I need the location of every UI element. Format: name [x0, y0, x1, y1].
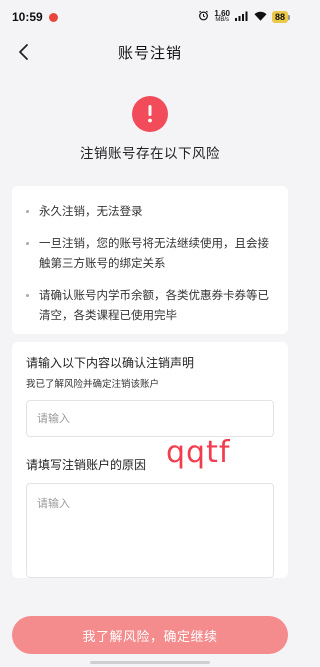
status-time: 10:59: [12, 10, 43, 24]
warning-title: 注销账号存在以下风险: [80, 146, 220, 162]
statement-hint: 我已了解风险并确定注销该账户: [26, 379, 160, 390]
status-bar: 10:59 1.60 MB/s 88: [0, 0, 300, 34]
alarm-icon: [198, 10, 209, 24]
risk-item: 一旦注销，您的账号将无法继续使用，且会接触第三方账号的绑定关系: [26, 233, 274, 273]
wifi-icon: [254, 11, 267, 24]
battery-level: 88: [271, 11, 288, 23]
risk-item: 请确认账号内学币余额，各类优惠券卡券等已清空，各类课程已使用完毕: [26, 285, 274, 325]
statement-input[interactable]: [26, 400, 274, 437]
risk-item: 永久注销，无法登录: [26, 201, 274, 221]
confirm-continue-button[interactable]: 我了解风险，确定继续: [12, 616, 288, 654]
statement-label: 请输入以下内容以确认注销声明: [26, 356, 195, 370]
cancellation-form-card: 请输入以下内容以确认注销声明 我已了解风险并确定注销该账户 请填写注销账户的原因: [12, 342, 288, 578]
reason-textarea[interactable]: [26, 483, 274, 578]
nav-bar: 账号注销: [0, 34, 300, 70]
chevron-left-icon: [19, 44, 28, 60]
page-title: 账号注销: [117, 43, 182, 62]
network-speed-unit: MB/s: [215, 17, 230, 23]
reason-label: 请填写注销账户的原因: [26, 458, 147, 472]
home-indicator: [90, 661, 210, 664]
network-speed: 1.60 MB/s: [214, 10, 230, 24]
app-notification-icon: [48, 12, 58, 22]
risk-list-card: 永久注销，无法登录 一旦注销，您的账号将无法继续使用，且会接触第三方账号的绑定关…: [12, 186, 288, 334]
back-button[interactable]: [12, 40, 36, 64]
battery-icon: 88: [271, 11, 290, 23]
status-icons: 1.60 MB/s 88: [198, 10, 290, 24]
exclamation-icon: [132, 96, 168, 132]
watermark-text: qqtf: [166, 435, 231, 470]
signal-icon: [234, 11, 249, 24]
